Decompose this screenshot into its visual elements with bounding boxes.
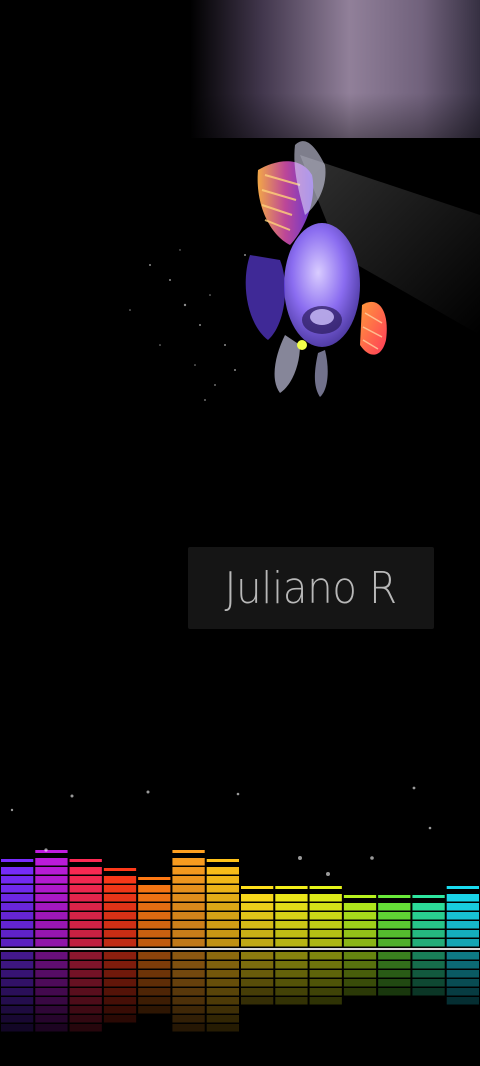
- equalizer-bar-reflection: [378, 952, 411, 996]
- name-label-card: Juliano R: [188, 547, 434, 629]
- equalizer-bar: [35, 850, 68, 947]
- equalizer-bar-reflection: [35, 952, 68, 1032]
- equalizer-bar-reflection: [138, 952, 171, 1014]
- equalizer-bar: [172, 850, 205, 947]
- equalizer-bar: [412, 895, 445, 947]
- equalizer-bar-reflection: [412, 952, 445, 996]
- owner-name-label: Juliano R: [224, 562, 398, 614]
- betta-fish-icon: [129, 141, 480, 401]
- equalizer-bar: [241, 886, 274, 947]
- equalizer-bar: [138, 877, 171, 947]
- top-glow-band: [190, 0, 480, 138]
- equalizer-bar: [275, 886, 308, 947]
- equalizer-bar: [206, 859, 239, 947]
- equalizer-bar-reflection: [343, 952, 377, 996]
- equalizer-bar-reflection: [446, 952, 479, 1005]
- equalizer-bar: [309, 886, 342, 947]
- equalizer-bar: [69, 859, 102, 947]
- equalizer-bar-reflection: [206, 952, 239, 1032]
- equalizer-bar-reflection: [103, 952, 137, 1023]
- equalizer-baseline: [0, 948, 480, 950]
- equalizer-bar: [1, 859, 34, 947]
- equalizer-bar-reflection: [69, 952, 102, 1032]
- audio-equalizer-icon: [0, 786, 480, 1032]
- equalizer-bar-reflection: [172, 952, 205, 1032]
- equalizer-bar-reflection: [275, 952, 308, 1005]
- equalizer-bar-reflection: [309, 952, 342, 1005]
- equalizer-bar-reflection: [241, 952, 274, 1005]
- equalizer-bar: [343, 895, 377, 947]
- equalizer-bar: [378, 895, 411, 947]
- equalizer-bar-reflection: [1, 952, 34, 1032]
- equalizer-bar: [446, 886, 479, 947]
- equalizer-bar: [103, 868, 137, 947]
- live-wallpaper: Juliano R: [0, 0, 480, 1066]
